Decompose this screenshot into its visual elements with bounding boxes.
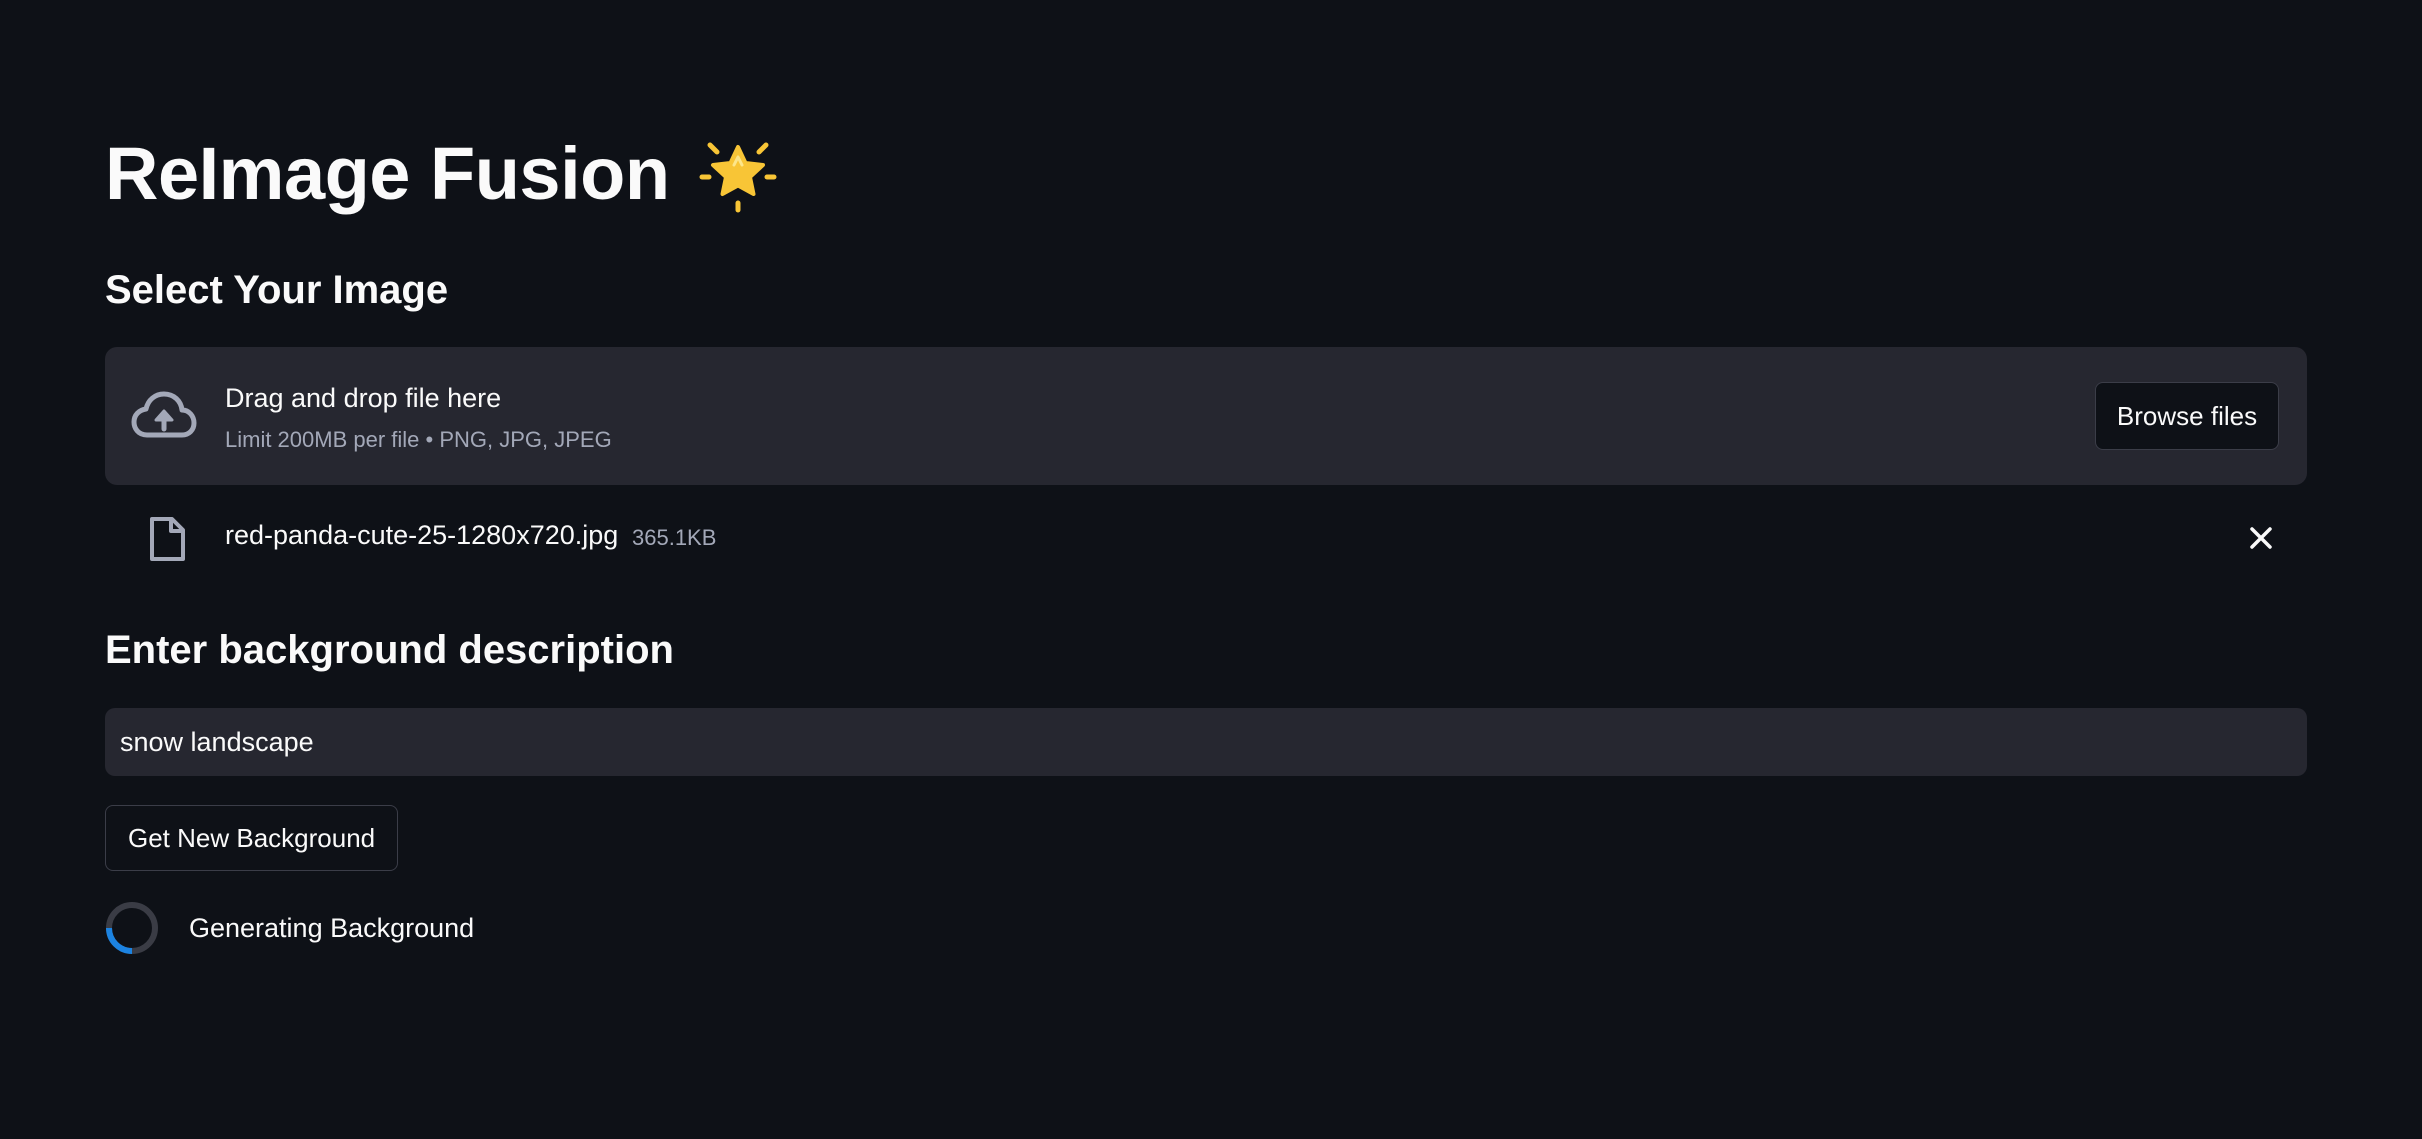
dropzone-label: Drag and drop file here [225,383,502,413]
background-description-input[interactable] [105,708,2307,776]
spinner-text: Generating Background [189,912,475,943]
status-row: Generating Background [105,898,474,958]
background-description-heading: Enter background description [105,628,674,672]
get-new-background-button[interactable]: Get New Background [105,805,399,871]
glowing-star-icon [698,133,778,213]
cloud-upload-icon [131,389,197,443]
file-name: red-panda-cute-25-1280x720.jpg [225,520,619,550]
dropzone-limit-text: Limit 200MB per file • PNG, JPG, JPEG [225,427,612,452]
browse-files-button[interactable]: Browse files [2095,382,2279,450]
title-row: ReImage Fusion [105,128,778,218]
file-dropzone[interactable]: Drag and drop file here Limit 200MB per … [105,347,2307,485]
file-icon [147,516,187,562]
file-size: 365.1KB [632,525,717,550]
uploaded-file-row: red-panda-cute-25-1280x720.jpg 365.1KB [105,510,2307,566]
close-icon[interactable] [2245,522,2277,554]
spinner-icon [105,901,159,955]
app-title: ReImage Fusion [105,131,670,215]
select-image-heading: Select Your Image [105,268,449,312]
